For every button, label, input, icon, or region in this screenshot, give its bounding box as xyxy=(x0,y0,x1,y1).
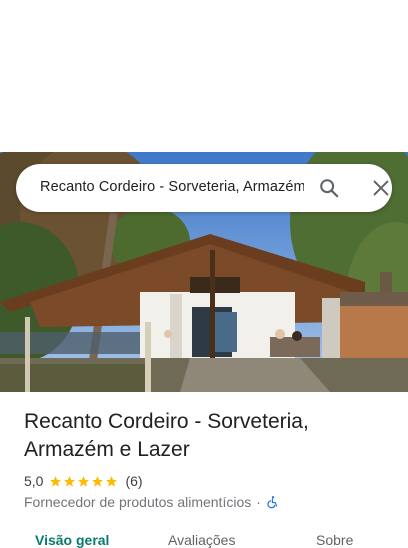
place-title: Recanto Cordeiro - Sorveteria, Armazém e… xyxy=(24,410,309,461)
review-count[interactable]: (6) xyxy=(125,473,142,489)
close-icon[interactable] xyxy=(370,177,392,199)
map-blank-area xyxy=(0,0,408,152)
wheelchair-icon xyxy=(267,496,277,509)
place-tabs: Visão geral Avaliações Sobre xyxy=(0,528,408,548)
search-icon[interactable] xyxy=(318,177,340,199)
search-input[interactable]: Recanto Cordeiro - Sorveteria, Armazém e… xyxy=(40,179,304,195)
category-row: Fornecedor de produtos alimentícios · xyxy=(24,493,280,511)
star-icon xyxy=(106,475,118,487)
tab-overview[interactable]: Visão geral xyxy=(35,532,109,548)
tab-about[interactable]: Sobre xyxy=(316,532,353,548)
search-bar[interactable]: Recanto Cordeiro - Sorveteria, Armazém e… xyxy=(16,164,392,212)
separator: · xyxy=(256,494,261,510)
rating-value: 5,0 xyxy=(24,473,44,489)
star-icon xyxy=(78,475,90,487)
rating-stars xyxy=(49,475,119,488)
place-category: Fornecedor de produtos alimentícios xyxy=(24,494,252,510)
rating-row[interactable]: 5,0 (6) xyxy=(24,472,143,490)
star-icon xyxy=(50,475,62,487)
star-icon xyxy=(92,475,104,487)
tab-reviews[interactable]: Avaliações xyxy=(168,532,235,548)
star-icon xyxy=(64,475,76,487)
